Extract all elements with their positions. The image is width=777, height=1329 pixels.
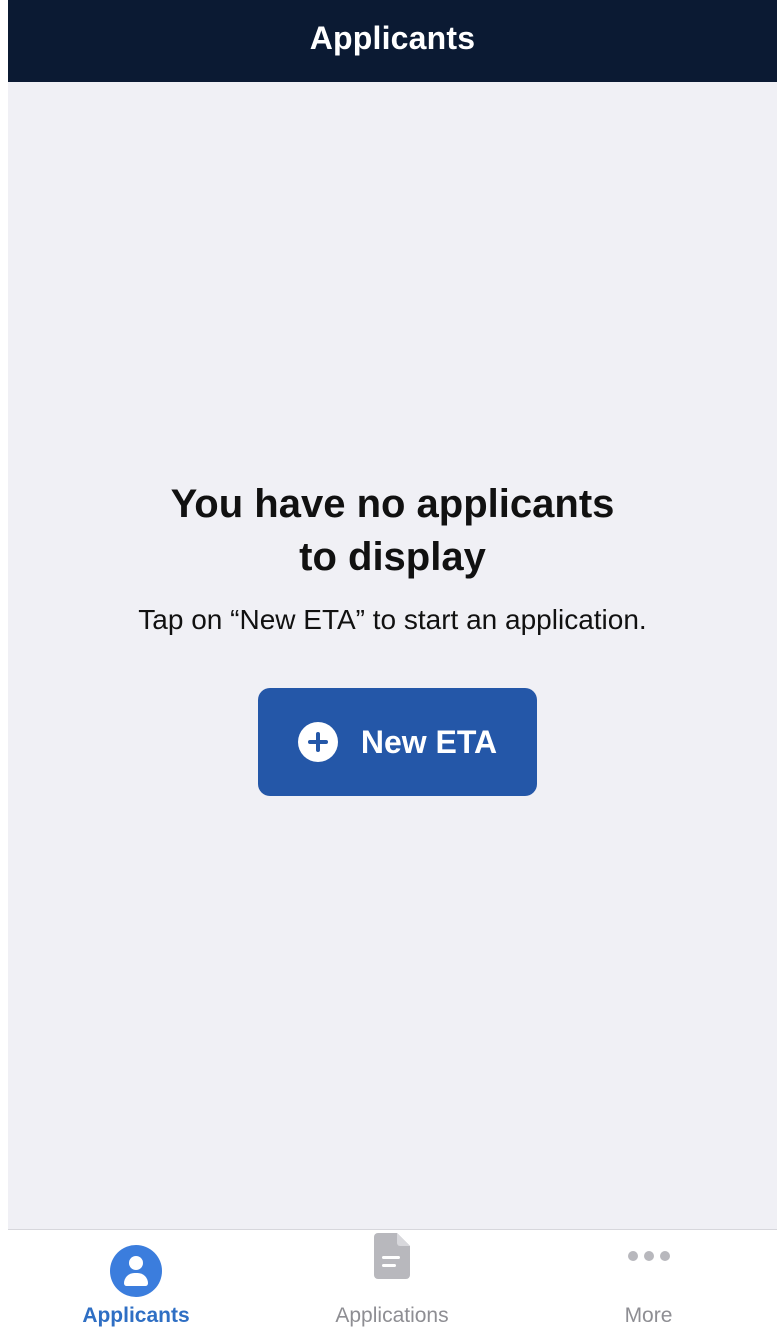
tab-applications-label: Applications [335, 1304, 449, 1327]
page-title: Applicants [309, 20, 476, 56]
tab-applicants-label: Applicants [82, 1304, 190, 1327]
tab-more[interactable]: More [520, 1230, 777, 1328]
empty-state-subtitle: Tap on “New ETA” to start an application… [138, 604, 647, 635]
person-icon [110, 1245, 162, 1297]
tab-more-label: More [624, 1304, 673, 1327]
empty-state-title-line-2: to display [299, 535, 486, 579]
empty-state: You have no applicants to display Tap on… [8, 478, 777, 635]
applicants-screen: Applicants You have no applicants to dis… [8, 0, 777, 1327]
new-eta-label: New ETA [360, 724, 498, 760]
bottom-tab-bar: Applicants Applications More [8, 1229, 777, 1327]
plus-circle-icon [297, 722, 338, 762]
more-icon [627, 1250, 670, 1262]
tab-applications[interactable]: Applications [264, 1230, 520, 1328]
empty-state-title: You have no applicants to display [8, 478, 777, 584]
document-icon [374, 1233, 410, 1279]
empty-state-title-line-1: You have no applicants [170, 482, 615, 526]
navigation-bar: Applicants [8, 0, 777, 82]
new-eta-button[interactable]: New ETA [258, 688, 537, 796]
tab-applicants[interactable]: Applicants [8, 1230, 264, 1328]
